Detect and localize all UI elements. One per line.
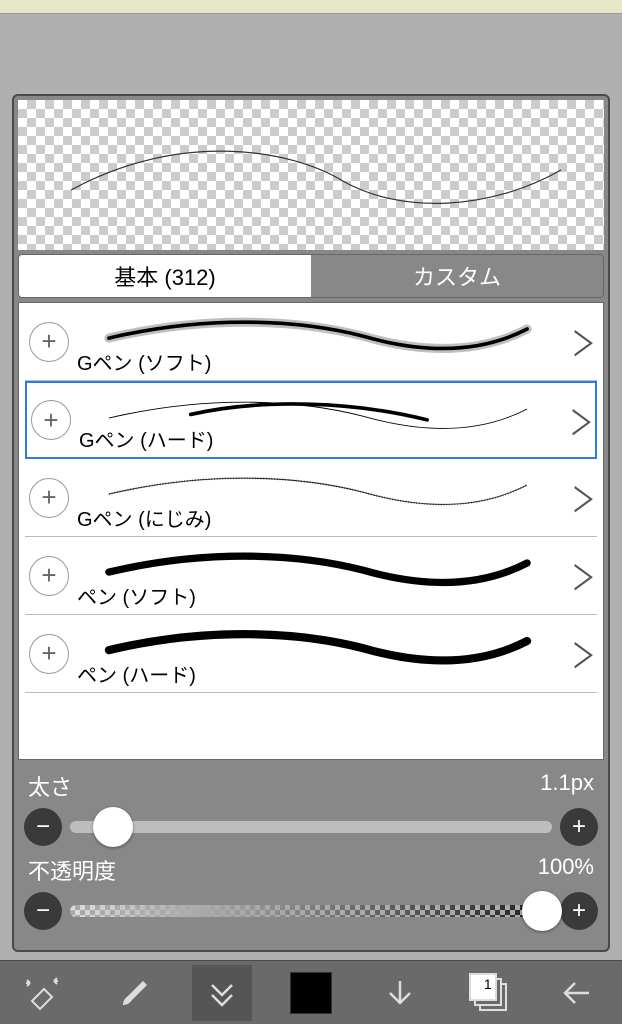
size-decrease-button[interactable]: − [24,808,62,846]
brush-row[interactable]: + Gペン (ソフト) ＞ [25,303,597,381]
eraser-icon [24,973,64,1013]
opacity-increase-button[interactable]: + [560,892,598,930]
arrow-down-icon [382,975,418,1011]
brush-row[interactable]: + ペン (ハード) ＞ [25,615,597,693]
add-brush-button[interactable]: + [29,634,69,674]
chevron-right-icon[interactable]: ＞ [572,473,593,522]
brush-name-label: Gペン (ハード) [79,424,213,453]
preview-stroke-icon [18,100,604,250]
chevron-right-icon[interactable]: ＞ [570,396,591,445]
tab-custom[interactable]: カスタム [311,255,603,297]
tab-basic[interactable]: 基本 (312) [19,255,311,297]
collapse-button[interactable] [192,965,252,1021]
brush-settings-panel: 基本 (312) カスタム + Gペン (ソフト) ＞ + Gペン (ハード) … [12,94,610,952]
brush-stroke-sample: Gペン (にじみ) [69,459,567,536]
add-brush-button[interactable]: + [29,478,69,518]
opacity-slider-track[interactable] [70,905,552,917]
chevron-right-icon[interactable]: ＞ [572,629,593,678]
add-brush-button[interactable]: + [31,400,71,440]
size-slider-block: 太さ 1.1px − + [24,770,598,846]
opacity-value: 100% [538,854,594,886]
brush-stroke-sample: Gペン (ソフト) [69,303,567,380]
brush-row[interactable]: + Gペン (にじみ) ＞ [25,459,597,537]
brush-icon [113,973,153,1013]
layers-count: 1 [469,973,497,1001]
brush-name-label: ペン (ハード) [77,659,196,688]
brush-row[interactable]: + ペン (ソフト) ＞ [25,537,597,615]
chevron-right-icon[interactable]: ＞ [572,317,593,366]
back-button[interactable] [547,965,607,1021]
size-slider-track[interactable] [70,821,552,833]
opacity-label: 不透明度 [28,854,116,886]
layers-button[interactable]: 1 [459,965,519,1021]
brush-row[interactable]: + Gペン (ハード) ＞ [25,381,597,459]
brush-stroke-sample: Gペン (ハード) [71,383,565,457]
chevron-right-icon[interactable]: ＞ [572,551,593,600]
brush-stroke-sample: ペン (ソフト) [69,537,567,614]
size-increase-button[interactable]: + [560,808,598,846]
chevron-double-down-icon [204,975,240,1011]
download-button[interactable] [370,965,430,1021]
browser-chrome-strip [0,0,622,14]
brush-tool-button[interactable] [103,965,163,1021]
size-slider-thumb[interactable] [93,807,133,847]
size-value: 1.1px [540,770,594,802]
sliders-section: 太さ 1.1px − + 不透明度 100% − + [14,764,608,950]
arrow-left-icon [557,973,597,1013]
eraser-tool-button[interactable] [14,965,74,1021]
brush-name-label: ペン (ソフト) [77,581,196,610]
color-swatch-button[interactable] [281,965,341,1021]
add-brush-button[interactable]: + [29,556,69,596]
add-brush-button[interactable]: + [29,322,69,362]
brush-category-tabs: 基本 (312) カスタム [18,254,604,298]
brush-name-label: Gペン (にじみ) [77,503,211,532]
size-label: 太さ [28,770,72,802]
brush-stroke-preview [18,100,604,250]
bottom-toolbar: 1 [0,960,622,1024]
current-color-swatch [290,972,332,1014]
brush-stroke-sample: ペン (ハード) [69,615,567,692]
layers-icon: 1 [469,973,509,1013]
opacity-decrease-button[interactable]: − [24,892,62,930]
opacity-slider-thumb[interactable] [522,891,562,931]
opacity-slider-block: 不透明度 100% − + [24,854,598,930]
brush-list[interactable]: + Gペン (ソフト) ＞ + Gペン (ハード) ＞ + Gペン (にじみ) … [18,302,604,760]
brush-name-label: Gペン (ソフト) [77,347,211,376]
